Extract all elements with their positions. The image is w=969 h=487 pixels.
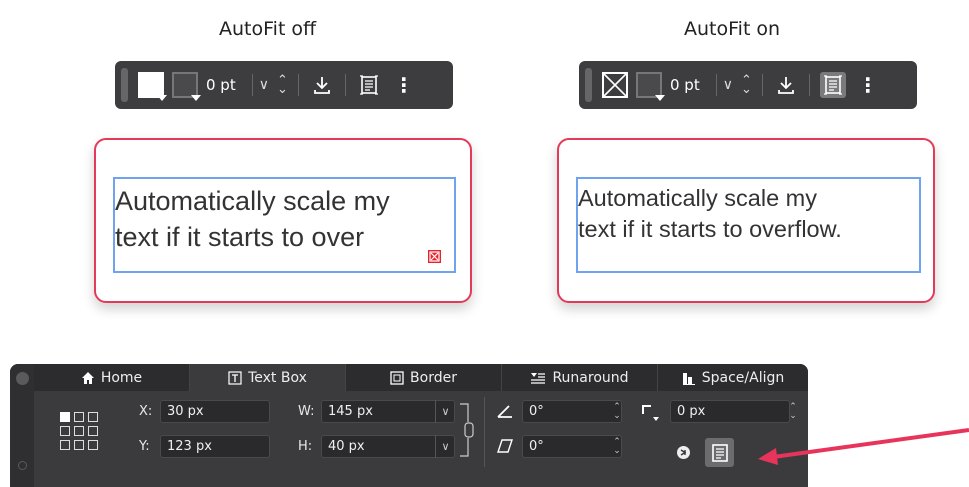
collapse-icon[interactable] xyxy=(18,461,27,470)
w-label: W: xyxy=(298,404,315,419)
x-label: X: xyxy=(139,404,153,419)
shear-icon xyxy=(496,437,514,459)
section-divider xyxy=(484,397,485,467)
download-icon[interactable] xyxy=(309,72,335,98)
frame-text-line: Automatically scale my xyxy=(578,185,817,211)
toolbar-grip[interactable] xyxy=(121,68,128,102)
more-icon[interactable]: ⋮ xyxy=(394,75,414,95)
link-proportions-icon[interactable] xyxy=(458,402,476,462)
divider xyxy=(715,74,717,96)
text-frame[interactable]: Automatically scale my text if it starts… xyxy=(576,177,921,273)
y-value: 123 px xyxy=(167,439,212,454)
shear-field[interactable]: 0° xyxy=(522,435,622,458)
stroke-swatch[interactable] xyxy=(172,72,201,101)
tab-label: Home xyxy=(100,369,143,386)
frame-text-line: text if it starts to over xyxy=(115,221,365,252)
autofit-button[interactable] xyxy=(705,438,734,467)
close-icon[interactable] xyxy=(16,372,29,385)
text-direction-icon[interactable] xyxy=(676,445,691,464)
border-icon xyxy=(390,370,404,385)
x-field[interactable]: 30 px xyxy=(160,400,270,423)
space-align-icon xyxy=(682,372,695,385)
mini-toolbar-autofit-on: 0 pt ∨ ⌃ ⌄ ⋮ xyxy=(579,61,917,109)
stroke-width-value[interactable]: 0 pt xyxy=(670,76,700,94)
autofit-icon[interactable] xyxy=(356,72,382,98)
text-box-icon xyxy=(228,370,242,385)
stroke-width-value[interactable]: 0 pt xyxy=(206,76,236,94)
fill-swatch[interactable] xyxy=(138,72,167,101)
caption-autofit-on: AutoFit on xyxy=(684,18,781,40)
tab-space-align[interactable]: Space/Align xyxy=(658,364,808,391)
frame-text-line: Automatically scale my xyxy=(115,186,390,216)
panel-side-strip xyxy=(10,364,34,487)
tab-text-box[interactable]: Text Box xyxy=(190,364,346,391)
shear-value: 0° xyxy=(529,439,544,454)
runaround-icon xyxy=(531,372,546,384)
h-label: H: xyxy=(298,439,313,454)
shear-stepper-icon[interactable]: ⌃ ⌄ xyxy=(610,435,624,458)
rotation-field[interactable]: 0° xyxy=(522,400,622,423)
text-frame[interactable]: Automatically scale my text if it starts… xyxy=(113,177,456,273)
chevron-down-icon[interactable]: ∨ xyxy=(723,77,733,93)
more-icon[interactable]: ⋮ xyxy=(858,75,878,95)
frame-text-line: text if it starts to overflow. xyxy=(578,216,842,243)
y-field[interactable]: 123 px xyxy=(160,435,270,458)
mini-toolbar-autofit-off: 0 pt ∨ ⌃ ⌄ ⋮ xyxy=(115,61,453,109)
divider xyxy=(761,74,763,96)
tab-label: Text Box xyxy=(248,369,307,386)
toolbar-grip[interactable] xyxy=(585,68,592,102)
caption-autofit-off: AutoFit off xyxy=(219,18,317,40)
chevron-down-icon[interactable]: ∨ xyxy=(435,400,455,423)
tab-label: Space/Align xyxy=(701,369,785,386)
divider xyxy=(808,74,810,96)
divider xyxy=(251,74,253,96)
example-autofit-on: Automatically scale my text if it starts… xyxy=(557,138,935,303)
no-fill-icon[interactable] xyxy=(602,72,628,98)
download-icon[interactable] xyxy=(773,72,799,98)
autofit-icon[interactable] xyxy=(819,72,846,98)
corner-radius-value: 0 px xyxy=(677,404,706,419)
tab-runaround[interactable]: Runaround xyxy=(502,364,658,391)
home-icon xyxy=(81,371,94,384)
reference-point-grid[interactable] xyxy=(60,410,100,456)
rotation-icon xyxy=(496,402,514,424)
rotation-stepper-icon[interactable]: ⌃ ⌄ xyxy=(610,400,624,423)
tab-home[interactable]: Home xyxy=(34,364,190,391)
divider xyxy=(344,74,346,96)
overflow-indicator-icon[interactable] xyxy=(428,250,441,263)
x-value: 30 px xyxy=(167,404,204,419)
stepper-icon[interactable]: ⌃ ⌄ xyxy=(277,74,288,96)
text-box-panel: Home Text Box Border Runaround Space/Ali… xyxy=(10,364,808,487)
corner-type-icon[interactable] xyxy=(640,402,662,428)
autofit-icon xyxy=(711,443,728,462)
example-autofit-off: Automatically scale my text if it starts… xyxy=(94,138,472,303)
chevron-down-icon[interactable]: ∨ xyxy=(435,435,455,458)
tab-border[interactable]: Border xyxy=(346,364,502,391)
panel-tabs: Home Text Box Border Runaround Space/Ali… xyxy=(34,364,808,391)
w-value: 145 px xyxy=(328,404,373,419)
stroke-swatch[interactable] xyxy=(636,72,665,101)
tab-label: Runaround xyxy=(552,369,629,386)
stepper-icon[interactable]: ⌃ ⌄ xyxy=(741,74,752,96)
tab-label: Border xyxy=(410,369,457,386)
rotation-value: 0° xyxy=(529,404,544,419)
chevron-down-icon[interactable]: ∨ xyxy=(259,77,269,93)
h-value: 40 px xyxy=(328,439,365,454)
divider xyxy=(297,74,299,96)
y-label: Y: xyxy=(139,439,150,454)
pointer-arrow xyxy=(740,418,969,471)
